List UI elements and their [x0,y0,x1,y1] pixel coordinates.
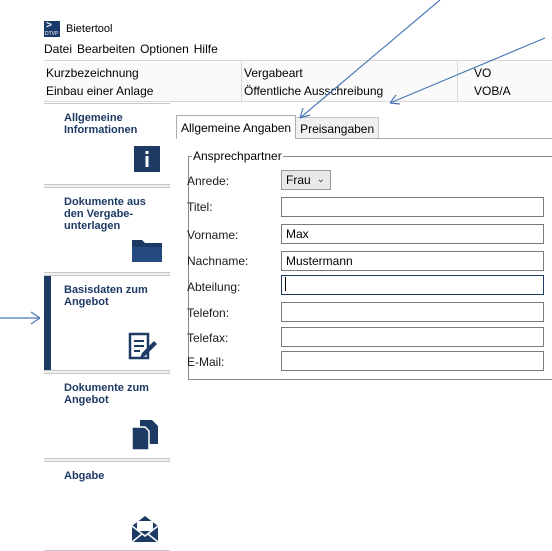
group-legend: Ansprechpartner [192,149,283,163]
nachname-field[interactable] [281,251,544,271]
abteilung-label: Abteilung: [187,280,241,294]
email-label: E-Mail: [187,355,225,369]
sidebar-item-label: Dokumente zum Angebot [64,382,149,406]
sidebar-item-label: Dokumente aus den Vergabe-unterlagen [64,196,146,232]
edit-document-icon [128,332,157,360]
app-logo-icon: > DTVP [44,20,60,37]
info-vo-label: VO [474,66,492,80]
sidebar-item-allgemeine-informationen[interactable]: Allgemeine Informationen [44,103,170,185]
vorname-label: Vorname: [187,228,239,242]
sidebar: Allgemeine Informationen Dokumente aus d… [44,103,170,551]
procedure-info-bar: Kurzbezeichnung Einbau einer Anlage Verg… [44,60,552,102]
anrede-label: Anrede: [187,174,230,188]
menu-bar: Datei Bearbeiten Optionen Hilfe [44,40,223,58]
info-kurzbezeichnung-label: Kurzbezeichnung [46,66,139,80]
abteilung-field[interactable] [281,275,544,295]
info-vergabeart-label: Vergabeart [244,66,303,80]
sidebar-item-basisdaten-zum-angebot[interactable]: Basisdaten zum Angebot [44,275,170,371]
tab-strip: Allgemeine Angaben Preisangaben [176,115,380,139]
annotation-arrowhead [30,311,41,325]
active-indicator [44,276,51,370]
telefon-field[interactable] [281,302,544,322]
title-bar: > DTVP Bietertool [44,20,112,38]
info-kurzbezeichnung-value: Einbau einer Anlage [46,84,154,98]
envelope-icon [131,516,159,543]
email-field[interactable] [281,351,544,371]
app-logo-text: DTVP [45,31,59,37]
menu-hilfe[interactable]: Hilfe [194,42,218,56]
info-vo-value: VOB/A [474,84,511,98]
menu-optionen[interactable]: Optionen [140,42,189,56]
tab-preisangaben[interactable]: Preisangaben [295,117,380,139]
sidebar-item-label: Basisdaten zum Angebot [64,284,148,308]
titel-label: Titel: [187,200,213,214]
anrede-select[interactable]: Frau ⌄ [281,170,331,190]
titel-field[interactable] [281,197,544,217]
telefax-field[interactable] [281,327,544,347]
sidebar-item-dokumente-zum-angebot[interactable]: Dokumente zum Angebot [44,373,170,459]
sidebar-item-label: Allgemeine Informationen [64,112,138,136]
anrede-value: Frau [286,173,311,187]
folder-icon [132,240,162,262]
documents-icon [131,420,158,451]
tab-allgemeine-angaben[interactable]: Allgemeine Angaben [176,115,297,139]
sidebar-item-dokumente-vergabeunterlagen[interactable]: Dokumente aus den Vergabe-unterlagen [44,187,170,273]
text-caret [285,277,286,291]
info-vergabeart-value: Öffentliche Ausschreibung [244,84,384,98]
menu-bearbeiten[interactable]: Bearbeiten [77,42,135,56]
info-divider [457,61,458,101]
telefax-label: Telefax: [187,331,229,345]
info-icon [134,146,160,172]
sidebar-item-abgabe[interactable]: Abgabe [44,461,170,551]
window-title: Bietertool [66,23,113,35]
nachname-label: Nachname: [187,254,249,268]
menu-datei[interactable]: Datei [44,42,72,56]
info-divider [241,61,242,101]
sidebar-item-label: Abgabe [64,470,105,482]
chevron-down-icon: ⌄ [316,174,325,185]
vorname-field[interactable] [281,224,544,244]
telefon-label: Telefon: [187,306,230,320]
